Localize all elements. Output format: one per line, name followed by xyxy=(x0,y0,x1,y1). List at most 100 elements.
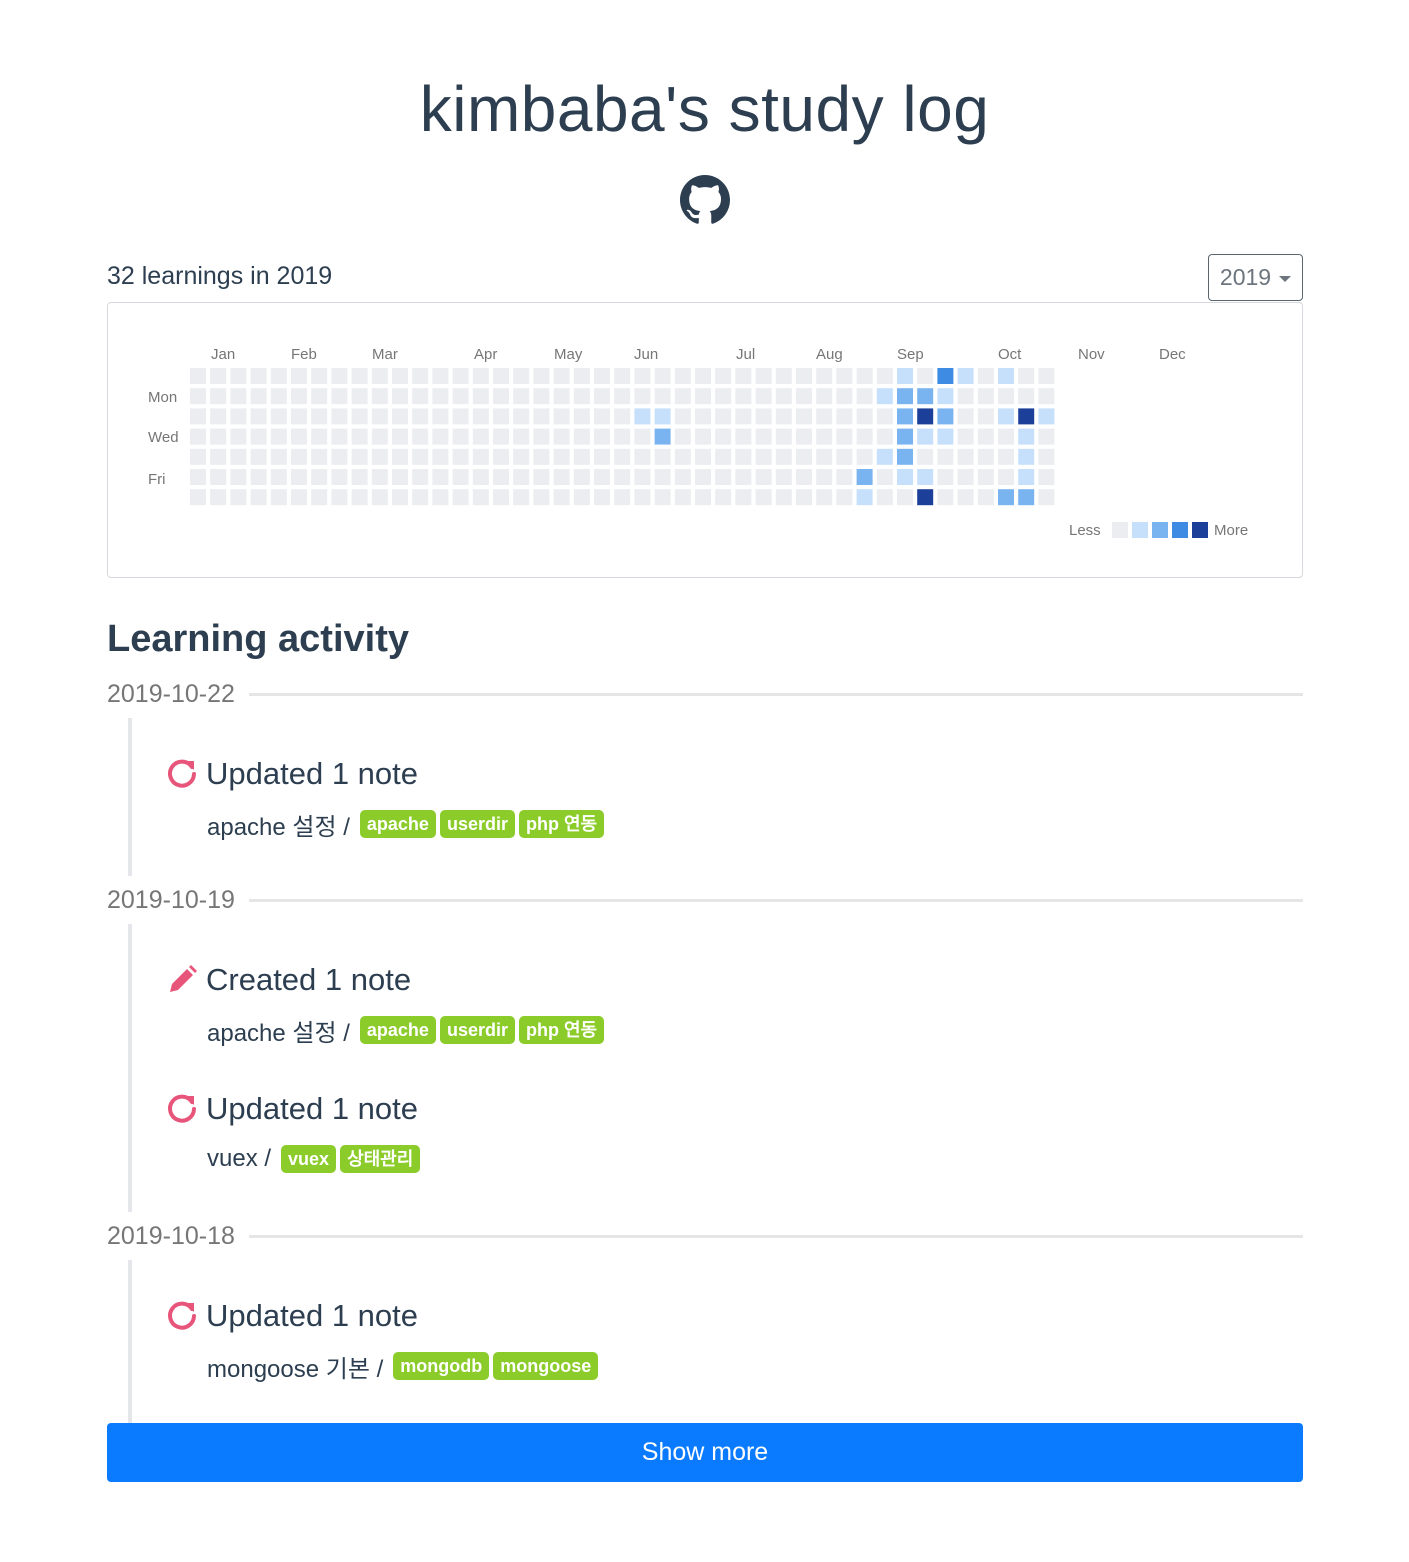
calendar-day-cell[interactable] xyxy=(371,428,388,445)
calendar-day-cell[interactable] xyxy=(1038,469,1055,485)
calendar-day-cell[interactable] xyxy=(493,469,509,485)
calendar-day-cell[interactable] xyxy=(311,489,328,506)
calendar-day-cell[interactable] xyxy=(392,368,408,384)
tag-badge[interactable]: apache xyxy=(359,810,436,838)
calendar-day-cell[interactable] xyxy=(594,489,610,506)
calendar-day-cell[interactable] xyxy=(533,428,550,445)
calendar-day-cell[interactable] xyxy=(351,469,368,485)
calendar-day-cell[interactable] xyxy=(856,408,873,425)
calendar-day-cell[interactable] xyxy=(1018,408,1035,425)
calendar-day-cell[interactable] xyxy=(594,448,610,465)
calendar-day-cell[interactable] xyxy=(977,368,994,384)
tag-badge[interactable]: php 연동 xyxy=(518,810,605,838)
calendar-day-cell[interactable] xyxy=(412,489,429,506)
note-link[interactable]: apache 설정 / xyxy=(207,1013,350,1048)
calendar-day-cell[interactable] xyxy=(715,448,732,465)
calendar-day-cell[interactable] xyxy=(917,388,934,405)
calendar-day-cell[interactable] xyxy=(796,368,812,384)
calendar-day-cell[interactable] xyxy=(634,448,651,465)
calendar-day-cell[interactable] xyxy=(573,489,590,506)
calendar-day-cell[interactable] xyxy=(998,388,1014,405)
calendar-day-cell[interactable] xyxy=(250,448,267,465)
calendar-day-cell[interactable] xyxy=(735,428,752,445)
calendar-day-cell[interactable] xyxy=(452,368,469,384)
calendar-day-cell[interactable] xyxy=(614,388,631,405)
calendar-day-cell[interactable] xyxy=(371,469,388,485)
calendar-day-cell[interactable] xyxy=(654,469,671,485)
calendar-day-cell[interactable] xyxy=(412,469,429,485)
calendar-day-cell[interactable] xyxy=(654,388,671,405)
note-link[interactable]: mongoose 기본 / xyxy=(207,1349,383,1384)
calendar-day-cell[interactable] xyxy=(210,388,227,405)
calendar-day-cell[interactable] xyxy=(654,448,671,465)
calendar-day-cell[interactable] xyxy=(816,469,833,485)
calendar-day-cell[interactable] xyxy=(897,368,913,384)
calendar-day-cell[interactable] xyxy=(715,469,732,485)
calendar-day-cell[interactable] xyxy=(957,368,974,384)
calendar-day-cell[interactable] xyxy=(917,448,934,465)
calendar-day-cell[interactable] xyxy=(190,469,206,485)
calendar-day-cell[interactable] xyxy=(937,428,954,445)
calendar-day-cell[interactable] xyxy=(695,388,711,405)
calendar-day-cell[interactable] xyxy=(432,388,449,405)
calendar-day-cell[interactable] xyxy=(573,408,590,425)
calendar-day-cell[interactable] xyxy=(311,448,328,465)
calendar-day-cell[interactable] xyxy=(493,388,509,405)
calendar-day-cell[interactable] xyxy=(977,489,994,506)
calendar-day-cell[interactable] xyxy=(513,408,530,425)
calendar-day-cell[interactable] xyxy=(331,469,348,485)
calendar-day-cell[interactable] xyxy=(917,428,934,445)
calendar-day-cell[interactable] xyxy=(796,428,812,445)
calendar-day-cell[interactable] xyxy=(493,408,509,425)
calendar-day-cell[interactable] xyxy=(513,368,530,384)
calendar-day-cell[interactable] xyxy=(917,408,934,425)
tag-badge[interactable]: vuex xyxy=(281,1145,337,1173)
calendar-day-cell[interactable] xyxy=(432,368,449,384)
calendar-day-cell[interactable] xyxy=(816,388,833,405)
calendar-day-cell[interactable] xyxy=(250,428,267,445)
calendar-day-cell[interactable] xyxy=(755,388,772,405)
calendar-day-cell[interactable] xyxy=(432,448,449,465)
calendar-day-cell[interactable] xyxy=(715,428,732,445)
tag-badge[interactable]: 상태관리 xyxy=(340,1145,421,1173)
tag-badge[interactable]: php 연동 xyxy=(518,1016,605,1044)
calendar-day-cell[interactable] xyxy=(674,388,691,405)
calendar-day-cell[interactable] xyxy=(432,408,449,425)
calendar-day-cell[interactable] xyxy=(775,489,792,506)
calendar-day-cell[interactable] xyxy=(493,428,509,445)
calendar-day-cell[interactable] xyxy=(937,469,954,485)
calendar-day-cell[interactable] xyxy=(755,448,772,465)
calendar-day-cell[interactable] xyxy=(392,408,408,425)
calendar-day-cell[interactable] xyxy=(493,448,509,465)
calendar-day-cell[interactable] xyxy=(472,489,489,506)
calendar-day-cell[interactable] xyxy=(816,448,833,465)
calendar-day-cell[interactable] xyxy=(291,448,307,465)
calendar-day-cell[interactable] xyxy=(432,469,449,485)
calendar-day-cell[interactable] xyxy=(513,489,530,506)
calendar-day-cell[interactable] xyxy=(998,469,1014,485)
calendar-day-cell[interactable] xyxy=(897,428,913,445)
calendar-day-cell[interactable] xyxy=(573,428,590,445)
calendar-day-cell[interactable] xyxy=(190,388,206,405)
calendar-day-cell[interactable] xyxy=(553,428,570,445)
calendar-day-cell[interactable] xyxy=(190,408,206,425)
calendar-day-cell[interactable] xyxy=(674,469,691,485)
calendar-day-cell[interactable] xyxy=(735,408,752,425)
calendar-day-cell[interactable] xyxy=(472,448,489,465)
calendar-day-cell[interactable] xyxy=(816,408,833,425)
calendar-day-cell[interactable] xyxy=(977,469,994,485)
calendar-day-cell[interactable] xyxy=(998,368,1014,384)
calendar-day-cell[interactable] xyxy=(937,368,954,384)
calendar-day-cell[interactable] xyxy=(594,408,610,425)
calendar-day-cell[interactable] xyxy=(998,428,1014,445)
calendar-day-cell[interactable] xyxy=(796,469,812,485)
calendar-day-cell[interactable] xyxy=(270,368,287,384)
calendar-day-cell[interactable] xyxy=(331,428,348,445)
calendar-day-cell[interactable] xyxy=(1018,368,1035,384)
github-link[interactable] xyxy=(680,175,730,225)
calendar-day-cell[interactable] xyxy=(1038,448,1055,465)
calendar-day-cell[interactable] xyxy=(190,489,206,506)
calendar-day-cell[interactable] xyxy=(1038,489,1055,506)
calendar-day-cell[interactable] xyxy=(735,388,752,405)
note-link[interactable]: vuex / xyxy=(207,1145,271,1173)
